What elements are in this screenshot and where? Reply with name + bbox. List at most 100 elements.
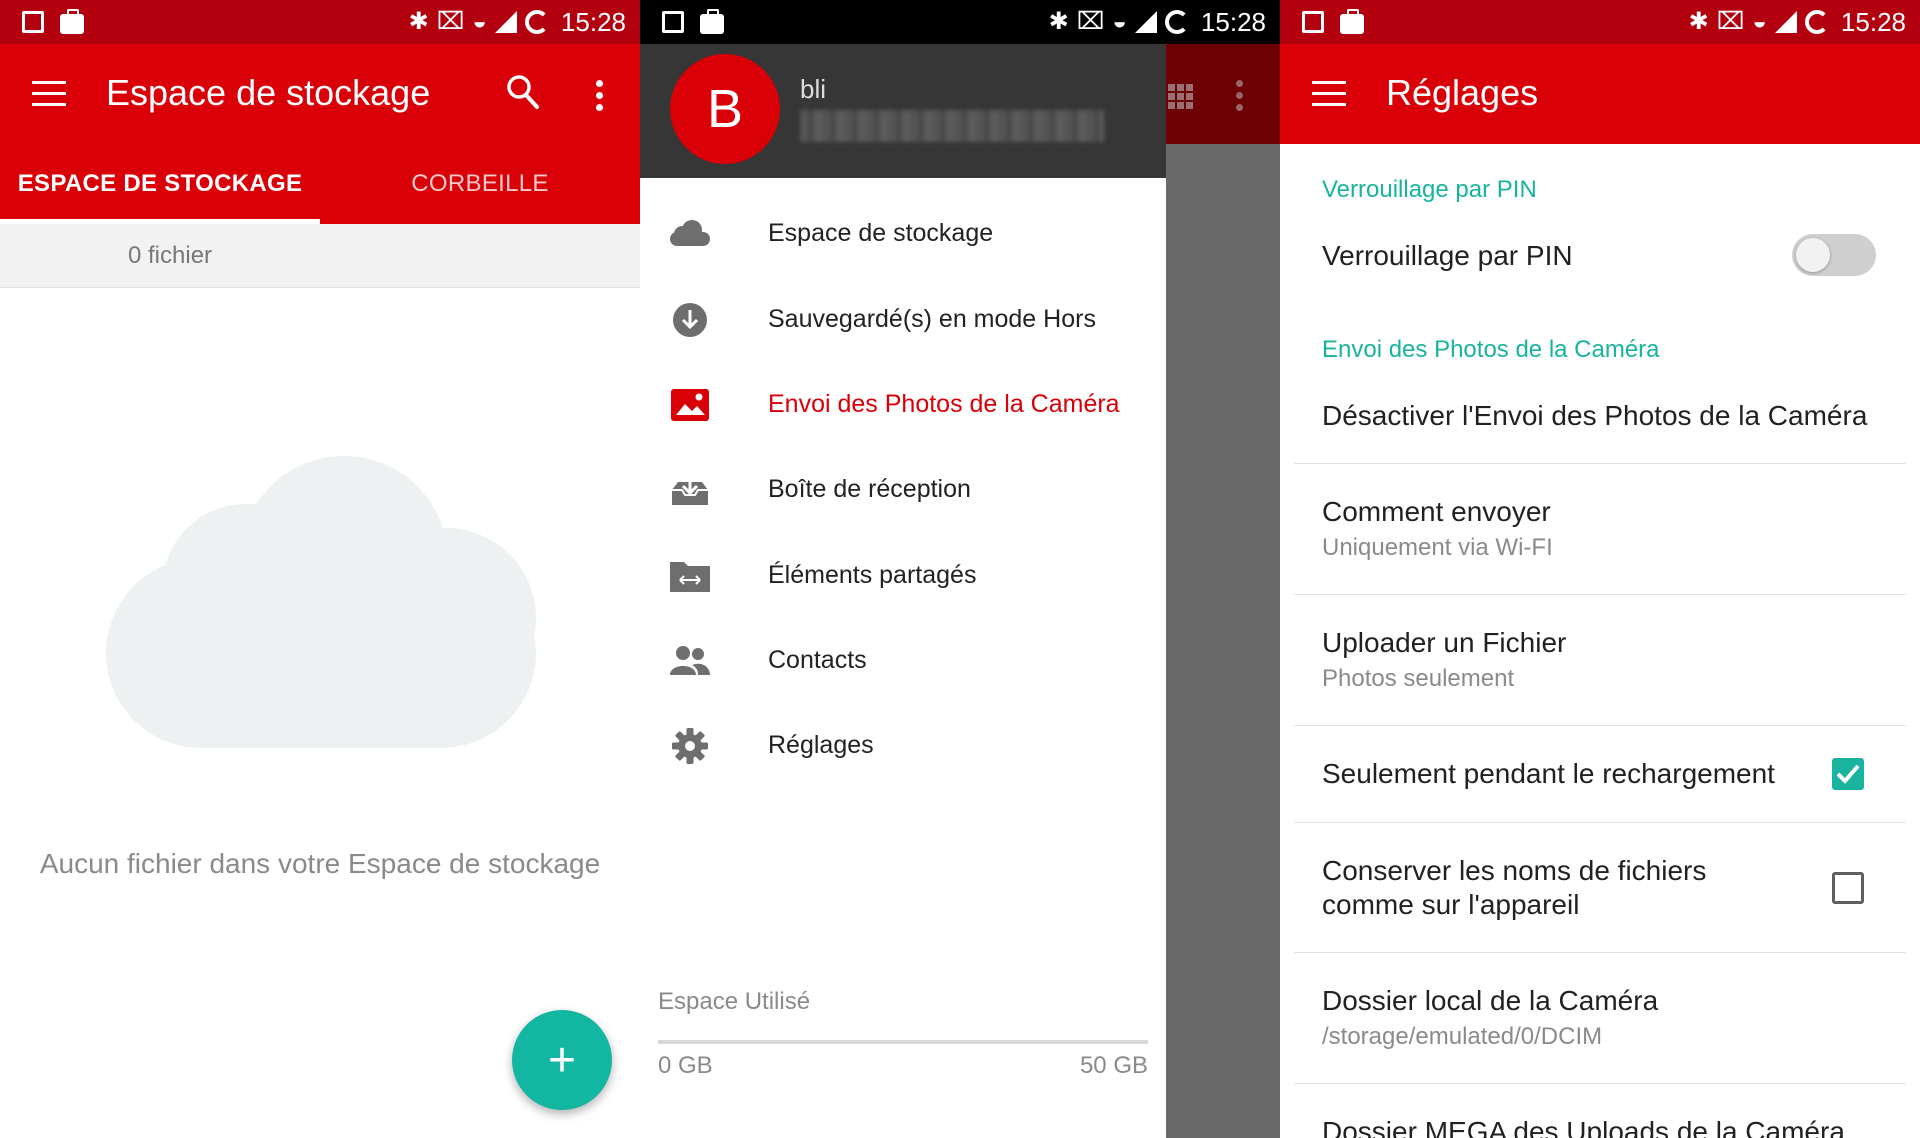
divider <box>1294 594 1906 595</box>
more-options-icon[interactable] <box>596 80 604 112</box>
status-time: 15:28 <box>560 6 626 37</box>
notification-bag-icon <box>60 8 84 34</box>
upload-file-title[interactable]: Uploader un Fichier <box>1322 627 1566 659</box>
drawer-item-label: Espace de stockage <box>768 219 994 247</box>
bluetooth-icon: ✱ <box>408 8 429 35</box>
notification-square-icon <box>1302 11 1324 33</box>
drawer-item-storage[interactable]: Espace de stockage <box>640 199 1166 269</box>
shared-folder-icon <box>670 562 710 592</box>
checkmark-icon <box>1836 764 1860 784</box>
wifi-icon: ◒ <box>1112 8 1127 35</box>
drawer-item-inbox[interactable]: Boîte de réception <box>640 455 1166 525</box>
drawer-item-camera-uploads[interactable]: Envoi des Photos de la Caméra <box>640 370 1166 440</box>
page-title: Espace de stockage <box>106 72 431 113</box>
more-options-icon <box>1236 80 1244 112</box>
mega-camera-folder-title[interactable]: Dossier MEGA des Uploads de la Caméra <box>1322 1116 1845 1138</box>
gear-icon <box>672 728 708 764</box>
avatar[interactable]: B <box>670 54 780 164</box>
status-time: 15:28 <box>1200 6 1266 37</box>
switch-knob <box>1796 238 1830 272</box>
vibrate-icon: ⌧ <box>436 8 465 35</box>
status-bar: ✱ ⌧ ◒ 15:28 <box>640 0 1280 44</box>
app-bar: Réglages <box>1280 44 1920 144</box>
storage-min-label: 0 GB <box>658 1052 713 1079</box>
pin-lock-label[interactable]: Verrouillage par PIN <box>1322 240 1573 272</box>
disable-camera-uploads[interactable]: Désactiver l'Envoi des Photos de la Camé… <box>1322 400 1867 432</box>
vibrate-icon: ⌧ <box>1076 8 1105 35</box>
how-to-upload-value: Uniquement via Wi-FI <box>1322 534 1553 561</box>
drawer-item-label: Boîte de réception <box>768 475 971 503</box>
notification-square-icon <box>662 11 684 33</box>
page-title: Réglages <box>1386 72 1539 113</box>
storage-max-label: 50 GB <box>1079 1052 1148 1079</box>
bluetooth-icon: ✱ <box>1688 8 1709 35</box>
only-while-charging-label[interactable]: Seulement pendant le rechargement <box>1322 758 1775 790</box>
how-to-upload-title[interactable]: Comment envoyer <box>1322 496 1551 528</box>
tab-storage[interactable]: ESPACE DE STOCKAGE <box>0 144 320 224</box>
drawer-item-shared[interactable]: Éléments partagés <box>640 541 1166 611</box>
drawer-item-contacts[interactable]: Contacts <box>640 626 1166 696</box>
divider <box>1294 725 1906 726</box>
storage-screen: ✱ ⌧ ◒ 15:28 Espace de stockage ESPACE DE… <box>0 0 640 1138</box>
add-button[interactable]: + <box>512 1010 612 1110</box>
keep-filenames-label[interactable]: Conserver les noms de fichiers <box>1322 855 1706 887</box>
app-bar: Espace de stockage <box>0 44 640 144</box>
divider <box>1294 463 1906 464</box>
screenshot-composite: ✱ ⌧ ◒ 15:28 Espace de stockage ESPACE DE… <box>0 0 1920 1138</box>
file-count: 0 fichier <box>128 242 213 269</box>
menu-icon[interactable] <box>1312 81 1346 107</box>
drawer-item-label: Réglages <box>768 731 874 759</box>
notification-bag-icon <box>700 8 724 34</box>
local-camera-folder-path: /storage/emulated/0/DCIM <box>1322 1023 1603 1050</box>
signal-icon <box>1774 11 1797 33</box>
empty-state-message: Aucun fichier dans votre Espace de stock… <box>39 848 601 879</box>
vibrate-icon: ⌧ <box>1716 8 1745 35</box>
camera-upload-icon <box>671 389 709 421</box>
notification-bag-icon <box>1340 8 1364 34</box>
drawer-header: B bli <box>640 44 1166 178</box>
divider <box>1294 1083 1906 1084</box>
pin-lock-switch[interactable] <box>1792 234 1876 276</box>
upload-file-value: Photos seulement <box>1322 665 1515 692</box>
sync-icon <box>1804 10 1829 34</box>
divider <box>1294 952 1906 953</box>
divider <box>1294 822 1906 823</box>
signal-icon <box>494 11 517 33</box>
status-bar: ✱ ⌧ ◒ 15:28 <box>0 0 640 44</box>
tab-trash[interactable]: CORBEILLE <box>320 144 640 224</box>
drawer-scrim[interactable] <box>1166 44 1280 1138</box>
contacts-icon <box>670 646 710 675</box>
section-header-camera: Envoi des Photos de la Caméra <box>1322 336 1660 363</box>
sync-icon <box>524 10 549 34</box>
menu-icon[interactable] <box>32 81 66 107</box>
storage-used-label: Espace Utilisé <box>658 988 811 1015</box>
drawer-item-offline[interactable]: Sauvegardé(s) en mode Hors <box>640 285 1166 355</box>
only-while-charging-checkbox[interactable] <box>1832 758 1864 790</box>
wifi-icon: ◒ <box>1752 8 1767 35</box>
section-header-pin: Verrouillage par PIN <box>1322 176 1537 203</box>
user-email-blurred <box>800 110 1104 142</box>
file-count-bar: 0 fichier <box>0 224 640 288</box>
keep-filenames-checkbox[interactable] <box>1832 872 1864 904</box>
drawer-item-label: Contacts <box>768 646 867 674</box>
cloud-icon <box>670 220 710 246</box>
search-icon[interactable] <box>506 74 540 110</box>
keep-filenames-label-line2[interactable]: comme sur l'appareil <box>1322 889 1579 921</box>
drawer-item-label: Sauvegardé(s) en mode Hors <box>768 305 1096 333</box>
status-time: 15:28 <box>1840 6 1906 37</box>
inbox-icon <box>672 474 708 505</box>
user-name: bli <box>800 74 827 104</box>
local-camera-folder-title[interactable]: Dossier local de la Caméra <box>1322 985 1658 1017</box>
sync-icon <box>1164 10 1189 34</box>
tab-bar: ESPACE DE STOCKAGE CORBEILLE <box>0 144 640 224</box>
signal-icon <box>1134 11 1157 33</box>
storage-progress-bar <box>658 1040 1148 1044</box>
navigation-drawer-screen: ✱ ⌧ ◒ 15:28 B bli Espace de stockage Sau… <box>640 0 1280 1138</box>
drawer-item-settings[interactable]: Réglages <box>640 711 1166 781</box>
status-bar: ✱ ⌧ ◒ 15:28 <box>1280 0 1920 44</box>
navigation-drawer: B bli Espace de stockage Sauvegardé(s) e… <box>640 44 1166 1138</box>
empty-cloud-icon <box>106 456 536 748</box>
drawer-item-label: Éléments partagés <box>768 561 977 589</box>
wifi-icon: ◒ <box>472 8 487 35</box>
settings-screen: ✱ ⌧ ◒ 15:28 Réglages Verrouillage par PI… <box>1280 0 1920 1138</box>
